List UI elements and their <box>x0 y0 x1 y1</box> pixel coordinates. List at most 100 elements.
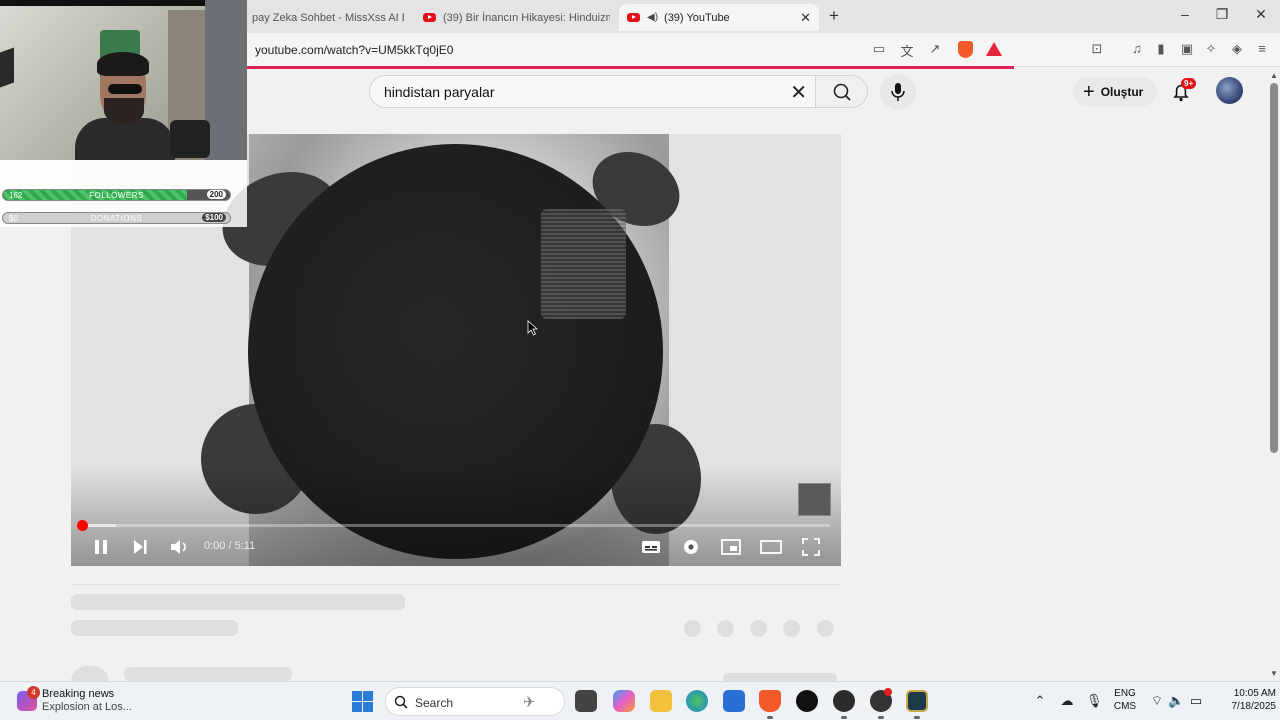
onedrive-icon[interactable]: ☁ <box>1059 693 1075 709</box>
goals-overlay: 162 FOLLOWERS 200 $0 DONATIONS $100 <box>0 160 247 227</box>
translate-icon[interactable]: 文 <box>898 41 916 60</box>
webcam-overlay <box>0 0 247 160</box>
speaker-icon[interactable]: 🔈 <box>1168 693 1184 709</box>
voice-search-button[interactable] <box>880 74 916 110</box>
battery-icon[interactable]: ▭ <box>1188 693 1204 709</box>
brave-shield-icon[interactable] <box>958 41 973 58</box>
recording-dot <box>884 688 892 696</box>
youtube-favicon-icon <box>627 13 640 22</box>
scroll-up-icon[interactable]: ▲ <box>1269 71 1279 80</box>
action-skeleton <box>817 620 834 637</box>
action-skeleton <box>783 620 800 637</box>
channel-avatar-skeleton <box>71 666 109 682</box>
action-skeleton <box>684 620 701 637</box>
youtube-favicon-icon <box>423 13 436 22</box>
streamer-body <box>75 118 175 160</box>
news-subtitle[interactable]: Explosion at Los... <box>42 701 132 713</box>
wallet-icon[interactable]: ▣ <box>1178 41 1196 57</box>
close-tab-icon[interactable]: ✕ <box>800 10 811 26</box>
followers-goal: 200 <box>206 190 226 199</box>
search-icon <box>394 695 408 709</box>
next-icon[interactable] <box>130 536 150 558</box>
language-bottom[interactable]: CMS <box>1110 701 1140 712</box>
brave-rewards-icon[interactable] <box>986 42 1002 56</box>
search-highlight-icon: ✈ <box>523 694 536 711</box>
miniplayer-icon[interactable] <box>720 536 742 558</box>
time-display: 0:00 / 5:11 <box>204 540 256 552</box>
leo-ai-icon[interactable]: ✧ <box>1202 41 1220 57</box>
microphone-icon[interactable]: 🎙 <box>1086 693 1103 709</box>
task-view-icon[interactable] <box>575 690 597 712</box>
sunglasses <box>108 84 142 94</box>
brave-icon[interactable] <box>759 690 781 712</box>
active-indicator <box>914 716 920 719</box>
search-button[interactable] <box>816 75 868 108</box>
search-icon <box>833 83 851 101</box>
action-skeleton <box>717 620 734 637</box>
followers-label: FOLLOWERS <box>89 191 144 200</box>
restore-icon[interactable]: ❐ <box>1212 6 1232 23</box>
progress-bar[interactable] <box>82 524 830 527</box>
windows-start-icon[interactable] <box>352 691 373 712</box>
windows-taskbar: 4 Breaking news Explosion at Los... Sear… <box>0 681 1280 720</box>
create-label: Oluştur <box>1100 84 1144 99</box>
tab-youtube-active[interactable]: ◀) (39) YouTube ✕ <box>619 4 819 31</box>
scroll-thumb[interactable] <box>1270 83 1278 453</box>
channel-watermark[interactable] <box>798 483 831 516</box>
mouse-cursor-icon <box>527 320 539 336</box>
store-icon[interactable] <box>723 690 745 712</box>
donations-goal: $100 <box>202 213 226 222</box>
tab-title: (39) YouTube <box>664 11 730 24</box>
settings-gear-icon[interactable] <box>680 536 702 558</box>
subtitles-icon[interactable] <box>640 536 662 558</box>
streamer-beard <box>104 98 144 124</box>
plus-icon: + <box>1083 80 1095 103</box>
streamer-hair <box>97 52 149 76</box>
wifi-icon[interactable]: ⌔ <box>1149 693 1165 709</box>
create-button[interactable]: + Oluştur <box>1073 77 1157 106</box>
search-input[interactable]: hindistan paryalar ✕ <box>369 75 816 108</box>
theater-mode-icon[interactable] <box>759 536 783 558</box>
url-field[interactable]: youtube.com/watch?v=UM5kkTq0jE0 <box>255 43 453 57</box>
search-label: Search <box>415 696 454 710</box>
copilot-icon[interactable] <box>613 690 635 712</box>
plant-leaf <box>0 47 14 88</box>
new-tab-button[interactable]: + <box>829 6 839 26</box>
close-window-icon[interactable]: ✕ <box>1251 6 1271 23</box>
streaming-microphone <box>170 120 210 158</box>
sidebar-icon[interactable]: ▮ <box>1152 41 1170 57</box>
clock-time[interactable]: 10:05 AM <box>1208 688 1276 699</box>
share-icon[interactable]: ↗ <box>926 41 944 57</box>
media-icon[interactable]: ♫ <box>1128 41 1146 56</box>
app-icon[interactable] <box>833 690 855 712</box>
avatar[interactable] <box>1216 77 1243 104</box>
language-top[interactable]: ENG <box>1110 688 1140 699</box>
news-title[interactable]: Breaking news <box>42 688 114 700</box>
cast-icon[interactable]: ▭ <box>870 41 888 57</box>
volume-icon[interactable] <box>168 536 190 558</box>
tab-hinduizm[interactable]: (39) Bir İnancın Hikayesi: Hinduizm / <box>415 4 610 31</box>
active-indicator <box>841 716 847 719</box>
taskbar-search[interactable]: Search ✈ <box>385 687 565 716</box>
fullscreen-icon[interactable] <box>800 536 822 558</box>
show-hidden-icon[interactable]: ⌃ <box>1032 693 1048 709</box>
page-scrollbar[interactable]: ▲ ▼ <box>1268 69 1280 681</box>
action-skeleton <box>750 620 767 637</box>
file-explorer-icon[interactable] <box>650 690 672 712</box>
scrubber-handle[interactable] <box>77 520 88 531</box>
league-icon[interactable] <box>906 690 928 712</box>
title-skeleton <box>71 594 405 610</box>
clock-date[interactable]: 7/18/2025 <box>1208 701 1277 712</box>
news-badge: 4 <box>27 686 40 699</box>
clear-search-icon[interactable]: ✕ <box>790 80 807 105</box>
scroll-down-icon[interactable]: ▼ <box>1269 669 1279 678</box>
minimize-icon[interactable]: – <box>1175 6 1195 22</box>
edge-icon[interactable] <box>686 690 708 712</box>
sidebar-search-icon[interactable]: ⊡ <box>1088 41 1106 57</box>
pause-icon[interactable] <box>91 536 111 558</box>
tab-ai-chat[interactable]: pay Zeka Sohbet - MissXss AI Bot <box>244 4 404 31</box>
menu-icon[interactable]: ≡ <box>1253 41 1271 56</box>
tiktok-icon[interactable] <box>796 690 818 712</box>
speaker-icon[interactable]: ◀) <box>647 12 658 23</box>
vpn-icon[interactable]: ◈ <box>1228 41 1246 57</box>
